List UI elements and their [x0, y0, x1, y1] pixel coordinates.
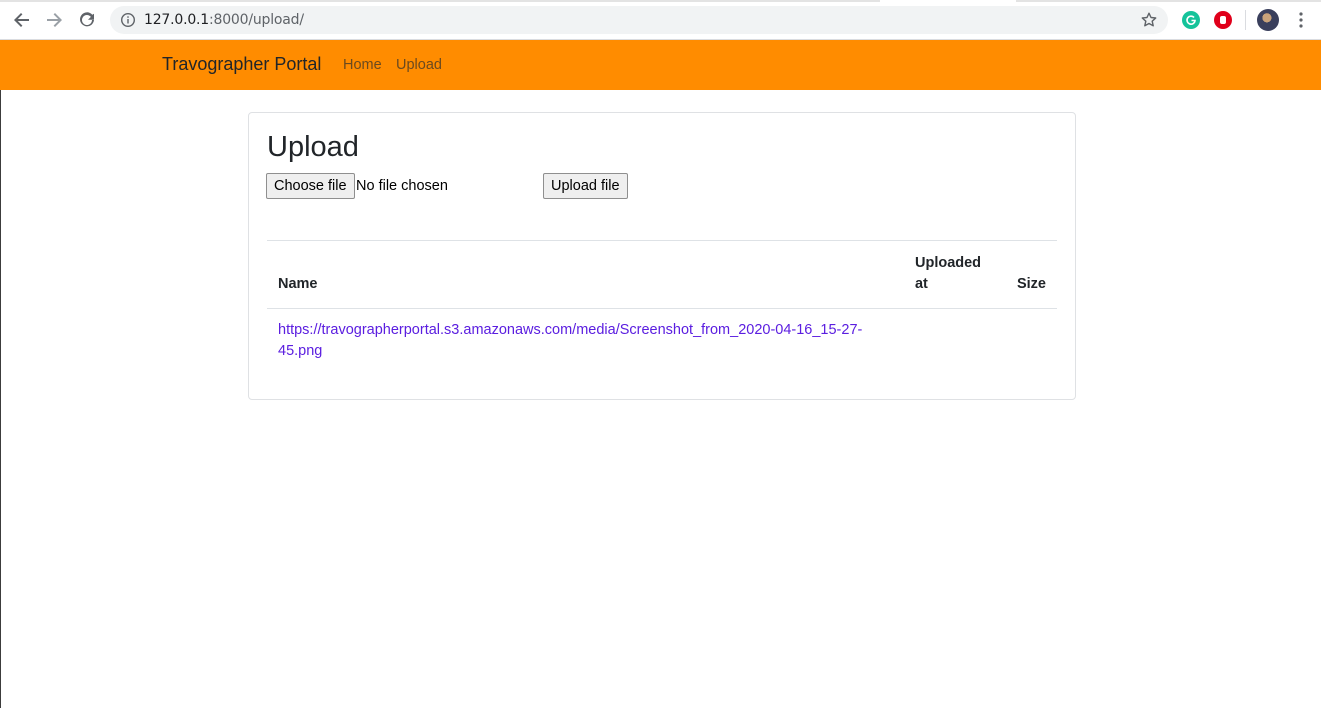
- url-host: 127.0.0.1: [144, 12, 209, 28]
- file-link[interactable]: https://travographerportal.s3.amazonaws.…: [278, 322, 862, 359]
- forward-arrow-icon[interactable]: [42, 8, 66, 32]
- uploaded-at-cell: [904, 309, 1006, 374]
- file-status-text: No file chosen: [356, 178, 448, 194]
- adblock-icon[interactable]: [1214, 11, 1232, 29]
- navbar-brand[interactable]: Travographer Portal: [162, 54, 321, 75]
- kebab-menu-icon[interactable]: [1293, 10, 1309, 30]
- info-icon[interactable]: [120, 12, 136, 28]
- file-link-line2: 45.png: [278, 343, 323, 359]
- tab-strip-edge: [0, 0, 880, 2]
- grammarly-icon[interactable]: [1182, 11, 1200, 29]
- back-arrow-icon[interactable]: [10, 8, 34, 32]
- upload-card: Upload Choose file No file chosen Upload…: [248, 112, 1076, 400]
- profile-avatar[interactable]: [1257, 9, 1279, 31]
- reload-icon[interactable]: [75, 8, 99, 32]
- table-header-row: Name Uploaded at Size: [267, 240, 1057, 309]
- size-cell: [1006, 309, 1057, 374]
- table-row: https://travographerportal.s3.amazonaws.…: [267, 309, 1057, 374]
- window-edge: [0, 90, 1, 708]
- column-header-size: Size: [1016, 276, 1046, 292]
- uploads-table: Name Uploaded at Size https://travographe…: [267, 240, 1057, 373]
- nav-link-upload[interactable]: Upload: [396, 57, 442, 73]
- upload-file-button[interactable]: Upload file: [543, 173, 628, 199]
- url-text[interactable]: 127.0.0.1:8000/upload/: [144, 12, 304, 28]
- star-icon[interactable]: [1140, 11, 1158, 29]
- browser-toolbar: 127.0.0.1:8000/upload/: [0, 0, 1321, 40]
- column-header-name: Name: [278, 276, 318, 292]
- column-header-uploaded-line1: Uploaded: [914, 255, 982, 271]
- url-path: :8000/upload/: [209, 12, 304, 28]
- file-link-line1: https://travographerportal.s3.amazonaws.…: [278, 322, 863, 338]
- page-title: Upload: [267, 131, 359, 163]
- column-header-uploaded-line2: at: [914, 276, 928, 292]
- toolbar-separator: [1245, 10, 1246, 30]
- nav-link-home[interactable]: Home: [343, 57, 382, 73]
- address-bar[interactable]: 127.0.0.1:8000/upload/: [110, 6, 1168, 34]
- tab-strip-edge: [1016, 0, 1321, 2]
- file-name-cell: https://travographerportal.s3.amazonaws.…: [267, 309, 904, 374]
- choose-file-button[interactable]: Choose file: [266, 173, 355, 199]
- column-header-uploaded-at: Uploaded at: [904, 241, 1006, 309]
- site-navbar: Travographer Portal Home Upload: [0, 40, 1321, 90]
